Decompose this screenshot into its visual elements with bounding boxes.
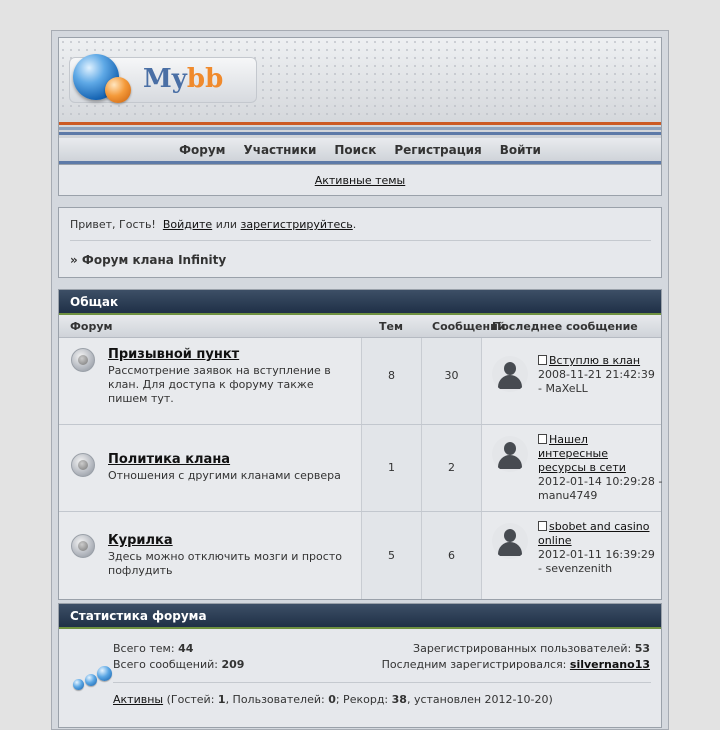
last-post-link[interactable]: sbobet and casino online bbox=[538, 520, 649, 547]
users-label: , Пользователей: bbox=[225, 693, 325, 706]
active-users-link[interactable]: Активны bbox=[113, 693, 163, 706]
last-post-meta: 2012-01-14 10:29:28 - manu4749 bbox=[538, 475, 663, 502]
col-forum: Форум bbox=[70, 320, 113, 333]
forum-row: Призывной пункт Рассмотрение заявок на в… bbox=[59, 338, 661, 425]
posts-count: 6 bbox=[448, 549, 455, 562]
logo-small-ball-icon bbox=[105, 77, 131, 103]
forum-status-icon bbox=[71, 534, 95, 558]
stats-panel: Статистика форума Всего тем: 44 Всего со… bbox=[58, 603, 662, 728]
guests-value: 1 bbox=[217, 693, 226, 706]
forum-status-icon bbox=[71, 348, 95, 372]
total-posts: Всего сообщений: 209 bbox=[113, 658, 244, 671]
main-nav: Форум Участники Поиск Регистрация Войти bbox=[59, 138, 661, 164]
last-registered-user-link[interactable]: silvernano13 bbox=[570, 658, 650, 671]
forum-title[interactable]: Курилка bbox=[108, 533, 173, 548]
divider bbox=[70, 240, 651, 241]
forum-description: Отношения с другими кланами сервера bbox=[108, 469, 341, 482]
divider bbox=[113, 682, 651, 683]
col-last-post: Последнее сообщение bbox=[492, 320, 638, 333]
last-registered-label: Последним зарегистрировался: bbox=[381, 658, 567, 671]
guests-label: (Гостей: bbox=[166, 693, 215, 706]
topics-count: 5 bbox=[388, 549, 395, 562]
total-topics-label: Всего тем: bbox=[113, 642, 175, 655]
topics-count: 8 bbox=[388, 369, 395, 382]
stats-title: Статистика форума bbox=[59, 604, 661, 629]
column-headers: Форум Тем Сообщений Последнее сообщение bbox=[59, 315, 661, 338]
logo-bb: bb bbox=[186, 64, 224, 94]
logo[interactable]: Mybb bbox=[143, 64, 223, 94]
forum-description: Рассмотрение заявок на вступление в клан… bbox=[108, 364, 331, 405]
post-icon bbox=[538, 355, 547, 365]
total-posts-label: Всего сообщений: bbox=[113, 658, 218, 671]
forum-row: Политика клана Отношения с другими клана… bbox=[59, 425, 662, 512]
registered-value: 53 bbox=[634, 642, 650, 655]
nav-login[interactable]: Войти bbox=[500, 143, 541, 157]
users-value: 0 bbox=[328, 693, 336, 706]
posts-count: 30 bbox=[444, 369, 459, 382]
forum-status-icon bbox=[71, 453, 95, 477]
last-post-link[interactable]: Нашел интересные ресурсы в сети bbox=[538, 433, 626, 474]
registered-users: Зарегистрированных пользователей: 53 bbox=[413, 642, 650, 655]
forum-category-panel: Общак Форум Тем Сообщений Последнее сооб… bbox=[58, 289, 662, 600]
record-label: ; Рекорд: bbox=[335, 693, 389, 706]
post-icon bbox=[538, 521, 547, 531]
topics-count: 1 bbox=[388, 461, 395, 474]
greeting: Привет, Гость! bbox=[70, 218, 156, 231]
record-value: 38 bbox=[391, 693, 407, 706]
header-stripes bbox=[59, 122, 661, 138]
forum-title[interactable]: Политика клана bbox=[108, 452, 230, 467]
last-post-meta: 2012-01-11 16:39:29 - sevenzenith bbox=[538, 548, 655, 575]
breadcrumb[interactable]: » Форум клана Infinity bbox=[70, 253, 226, 267]
col-topics: Тем bbox=[379, 320, 403, 333]
nav-search[interactable]: Поиск bbox=[334, 143, 376, 157]
posts-count: 2 bbox=[448, 461, 455, 474]
nav-members[interactable]: Участники bbox=[243, 143, 316, 157]
logo-my: My bbox=[143, 64, 187, 94]
login-link[interactable]: Войдите bbox=[163, 218, 212, 231]
last-post-link[interactable]: Вступлю в клан bbox=[549, 354, 640, 367]
welcome-line: Привет, Гость! Войдите или зарегистрируй… bbox=[70, 218, 356, 231]
total-topics: Всего тем: 44 bbox=[113, 642, 193, 655]
registered-label: Зарегистрированных пользователей: bbox=[413, 642, 632, 655]
or-text: или bbox=[215, 218, 238, 231]
last-post-meta: 2008-11-21 21:42:39 - MaXeLL bbox=[538, 368, 655, 395]
total-topics-value: 44 bbox=[178, 642, 194, 655]
total-posts-value: 209 bbox=[221, 658, 245, 671]
page-wrapper: Mybb Форум Участники Поиск Регистрация В… bbox=[51, 30, 669, 730]
forum-row: Курилка Здесь можно отключить мозги и пр… bbox=[59, 512, 661, 599]
stats-balls-icon bbox=[64, 665, 112, 695]
welcome-panel: Привет, Гость! Войдите или зарегистрируй… bbox=[58, 207, 662, 278]
header: Mybb Форум Участники Поиск Регистрация В… bbox=[58, 37, 662, 165]
category-title[interactable]: Общак bbox=[59, 290, 661, 315]
register-link[interactable]: зарегистрируйтесь bbox=[241, 218, 353, 231]
forum-title[interactable]: Призывной пункт bbox=[108, 347, 239, 362]
post-icon bbox=[538, 434, 547, 444]
period: . bbox=[352, 218, 357, 231]
forum-description: Здесь можно отключить мозги и просто поф… bbox=[108, 550, 342, 577]
nav-register[interactable]: Регистрация bbox=[394, 143, 481, 157]
nav-forum[interactable]: Форум bbox=[179, 143, 225, 157]
online-line: Активны (Гостей: 1, Пользователей: 0; Ре… bbox=[113, 693, 553, 706]
active-topics-link[interactable]: Активные темы bbox=[315, 174, 406, 187]
record-date: , установлен 2012-10-20) bbox=[406, 693, 553, 706]
subnav: Активные темы bbox=[58, 165, 662, 196]
last-registered: Последним зарегистрировался: silvernano1… bbox=[382, 658, 650, 671]
